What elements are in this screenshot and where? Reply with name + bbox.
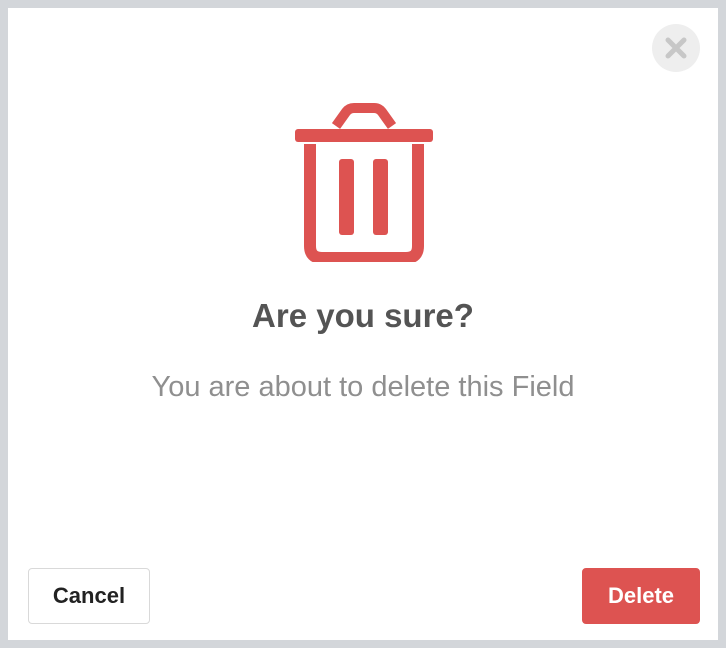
trash-icon [295, 103, 433, 262]
delete-button[interactable]: Delete [582, 568, 700, 624]
cancel-button[interactable]: Cancel [28, 568, 150, 624]
close-button[interactable] [652, 24, 700, 72]
close-icon [665, 37, 687, 59]
dialog-message: You are about to delete this Field [151, 371, 575, 403]
dialog-title: Are you sure? [252, 297, 474, 334]
confirm-delete-dialog: Are you sure? You are about to delete th… [8, 8, 718, 640]
